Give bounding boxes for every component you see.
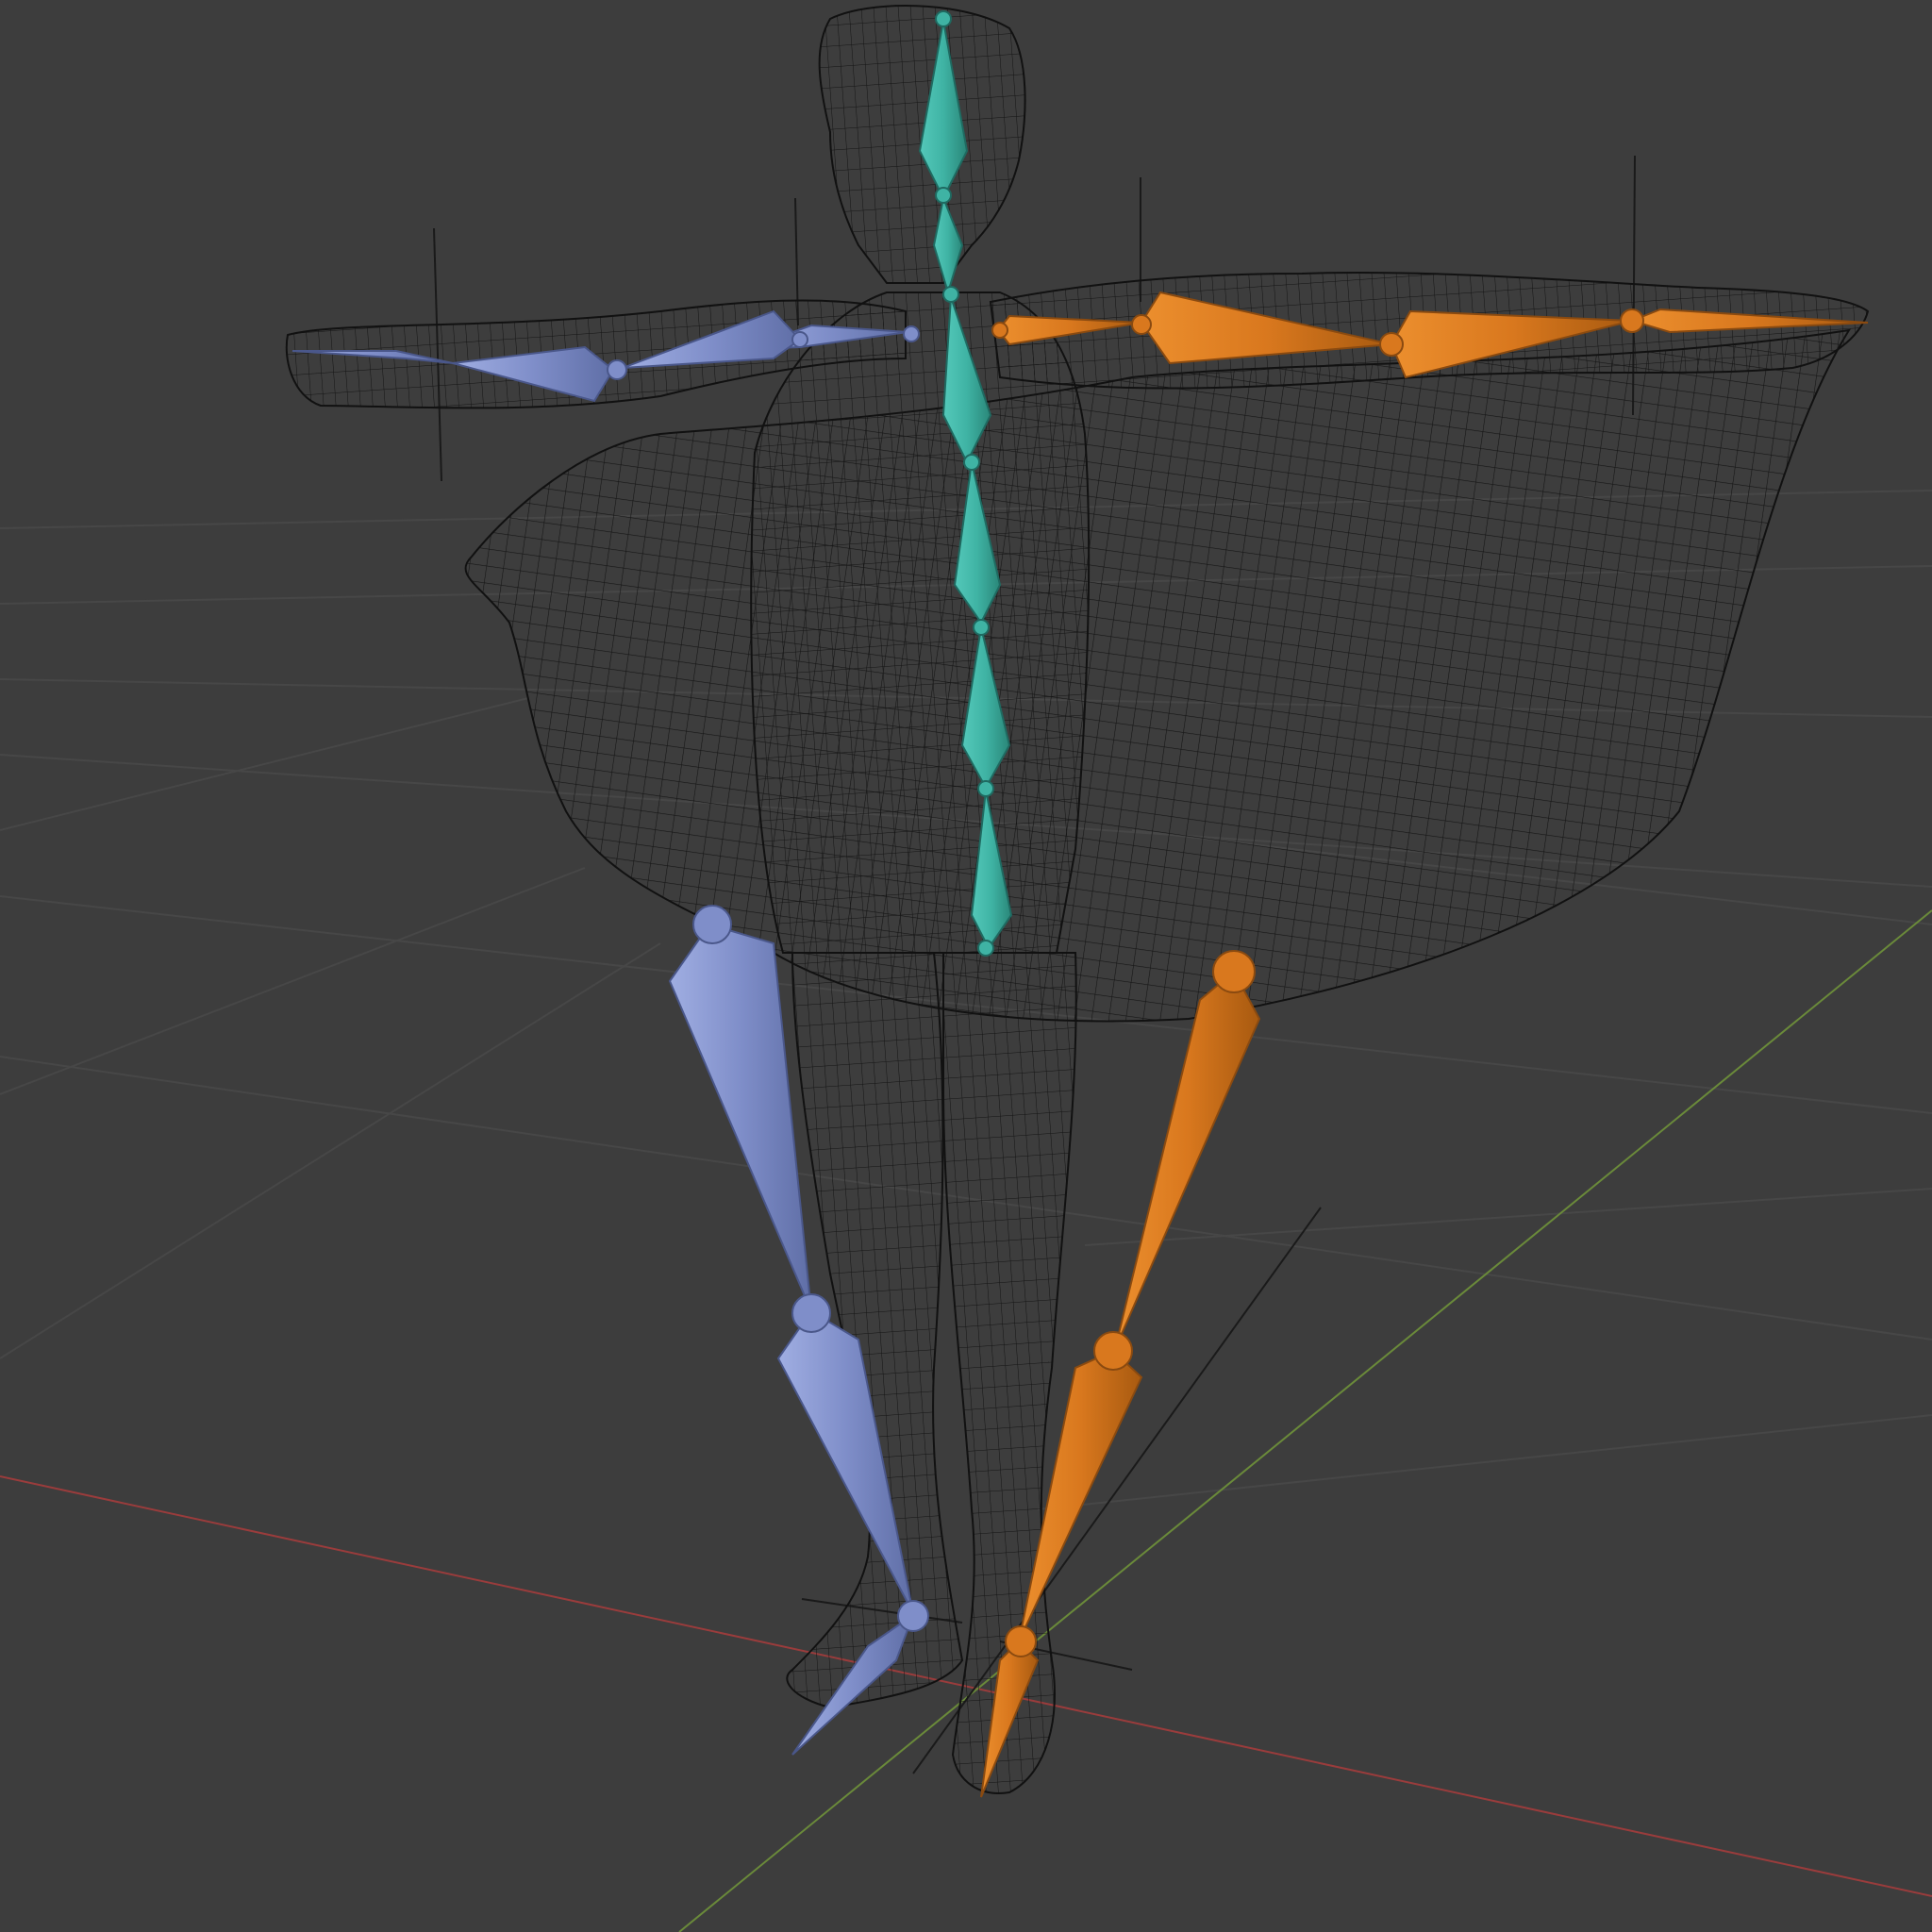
viewport-canvas (0, 5, 1932, 1932)
viewport-3d[interactable] (0, 0, 1932, 1932)
bone-thigh-right (1114, 970, 1261, 1350)
cape-mesh (464, 328, 1851, 1023)
character-mesh[interactable] (285, 5, 1870, 1794)
bone-thigh-left (668, 923, 812, 1312)
torso-mesh (750, 291, 1091, 954)
